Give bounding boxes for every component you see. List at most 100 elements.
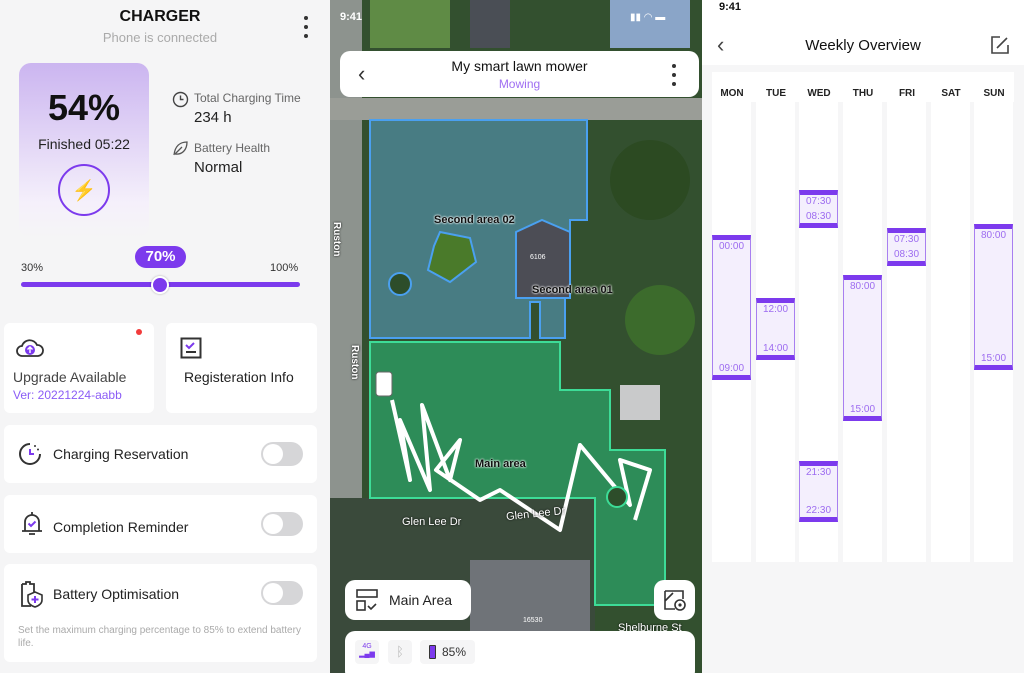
- day-header-fri: FRI: [898, 88, 916, 99]
- block-end-time: 09:00: [718, 363, 745, 374]
- charging-bolt-icon: ⚡: [58, 164, 110, 216]
- battery-health-value: Normal: [194, 159, 243, 176]
- status-bar-icons: ▮▮ ◠ ▬: [630, 12, 666, 23]
- battery-health-label: Battery Health: [194, 141, 271, 155]
- registration-label: Registeration Info: [184, 369, 294, 385]
- charging-reservation-label: Charging Reservation: [53, 446, 189, 462]
- mower-map-screen: 9:41 ▮▮ ◠ ▬ Second area 02 Second area 0…: [330, 0, 702, 673]
- battery-card: 54% Finished 05:22 ⚡: [19, 63, 149, 238]
- area-select-icon: [356, 589, 378, 611]
- signal-4g-icon: 4G ▂▄▆: [355, 640, 379, 664]
- battery-icon: [429, 645, 436, 659]
- map-label-main: Main area: [475, 458, 526, 470]
- schedule-block[interactable]: 80:00 15:00: [843, 275, 882, 421]
- registration-icon: [180, 337, 202, 359]
- total-charging-time-value: 234 h: [194, 109, 232, 126]
- day-header-sun: SUN: [983, 88, 1005, 99]
- finish-time: Finished 05:22: [38, 136, 130, 152]
- more-menu-button[interactable]: [300, 16, 312, 38]
- block-end-time: 15:00: [980, 353, 1007, 364]
- mower-status-bar: 4G ▂▄▆ ᛒ 85%: [345, 631, 695, 673]
- battery-optimisation-label: Battery Optimisation: [53, 586, 180, 602]
- block-start-time: 07:30: [805, 196, 832, 207]
- block-end-time: 08:30: [805, 211, 832, 222]
- weekly-overview-screen: 9:41 ‹ Weekly Overview MON TUE WED THU FRI SA…: [702, 0, 1024, 673]
- completion-reminder-label: Completion Reminder: [53, 519, 189, 535]
- connection-status: Phone is connected: [102, 30, 218, 45]
- charging-reservation-row: Charging Reservation: [4, 425, 317, 483]
- leaf-icon: [173, 141, 188, 156]
- schedule-block[interactable]: 00:00 09:00: [712, 235, 751, 380]
- schedule-block[interactable]: 80:00 15:00: [974, 224, 1013, 370]
- page-title: CHARGER: [119, 8, 201, 25]
- day-header-thu: THU: [852, 88, 874, 99]
- block-start-time: 07:30: [893, 234, 920, 245]
- charger-screen: CHARGER Phone is connected 54% Finished …: [0, 0, 330, 673]
- mower-status: Mowing: [498, 77, 541, 91]
- battery-shield-icon: [21, 581, 43, 608]
- map-label-area02: Second area 02: [434, 214, 515, 226]
- upgrade-version: Ver: 20221224-aabb: [13, 388, 122, 402]
- registration-info-card[interactable]: Registeration Info: [166, 323, 317, 413]
- lawn-map[interactable]: [330, 0, 702, 673]
- clock-icon: [172, 91, 189, 108]
- house-number: 6106: [530, 254, 546, 261]
- map-settings-button[interactable]: [654, 580, 695, 620]
- edit-icon[interactable]: [991, 36, 1009, 54]
- status-bar-time: 9:41: [719, 1, 742, 13]
- area-selector-button[interactable]: Main Area: [345, 580, 471, 620]
- slider-thumb[interactable]: [151, 276, 169, 294]
- day-header-sat: SAT: [941, 88, 961, 99]
- mower-name: My smart lawn mower: [451, 58, 588, 74]
- block-start-time: 21:30: [805, 467, 832, 478]
- completion-reminder-toggle[interactable]: [261, 512, 303, 536]
- cloud-upload-icon: [16, 339, 44, 357]
- schedule-block[interactable]: 21:30 22:30: [799, 461, 838, 522]
- battery-optimisation-row: Battery Optimisation Set the maximum cha…: [4, 564, 317, 662]
- completion-reminder-row: Completion Reminder: [4, 495, 317, 553]
- block-start-time: 80:00: [980, 230, 1007, 241]
- schedule-block[interactable]: 07:30 08:30: [887, 228, 926, 266]
- block-start-time: 12:00: [762, 304, 789, 315]
- bell-check-icon: [22, 512, 42, 535]
- battery-indicator: 85%: [420, 640, 475, 664]
- day-header-wed: WED: [807, 88, 831, 99]
- street-label: Glen Lee Dr: [402, 516, 462, 528]
- street-label: Ruston: [331, 222, 342, 257]
- charging-reservation-toggle[interactable]: [261, 442, 303, 466]
- upgrade-card[interactable]: Upgrade Available Ver: 20221224-aabb: [4, 323, 154, 413]
- bluetooth-icon: ᛒ: [388, 640, 412, 664]
- more-menu-button[interactable]: [668, 64, 680, 86]
- block-end-time: 22:30: [805, 505, 832, 516]
- more-icon: [304, 16, 308, 20]
- block-end-time: 15:00: [849, 404, 876, 415]
- day-column-sat[interactable]: [931, 102, 970, 562]
- schedule-block[interactable]: 12:00 14:00: [756, 298, 795, 360]
- timer-icon: [19, 443, 41, 465]
- map-label-area01: Second area 01: [532, 284, 613, 296]
- house-number: 16530: [523, 617, 543, 624]
- battery-optimisation-toggle[interactable]: [261, 581, 303, 605]
- optimisation-note: Set the maximum charging percentage to 8…: [18, 625, 301, 649]
- slider-min-label: 30%: [21, 262, 44, 274]
- block-start-time: 00:00: [718, 241, 745, 252]
- total-charging-time-label: Total Charging Time: [194, 91, 301, 105]
- mower-header: ‹ My smart lawn mower Mowing: [340, 51, 699, 97]
- status-bar-time: 9:41: [340, 11, 363, 23]
- day-header-mon: MON: [720, 88, 744, 99]
- mower-battery-value: 85%: [442, 645, 467, 659]
- block-end-time: 08:30: [893, 249, 920, 260]
- slider-value-bubble: 70%: [135, 246, 186, 268]
- block-end-time: 14:00: [762, 343, 789, 354]
- block-start-time: 80:00: [849, 281, 876, 292]
- page-title: Weekly Overview: [805, 37, 921, 54]
- day-header-tue: TUE: [766, 88, 786, 99]
- day-column-fri[interactable]: [887, 102, 926, 562]
- map-settings-icon: [664, 590, 686, 611]
- upgrade-label: Upgrade Available: [13, 369, 127, 385]
- street-label: Ruston: [349, 345, 360, 380]
- battery-percent: 54%: [47, 87, 121, 128]
- slider-max-label: 100%: [270, 262, 299, 274]
- schedule-block[interactable]: 07:30 08:30: [799, 190, 838, 228]
- notification-dot: [136, 329, 142, 335]
